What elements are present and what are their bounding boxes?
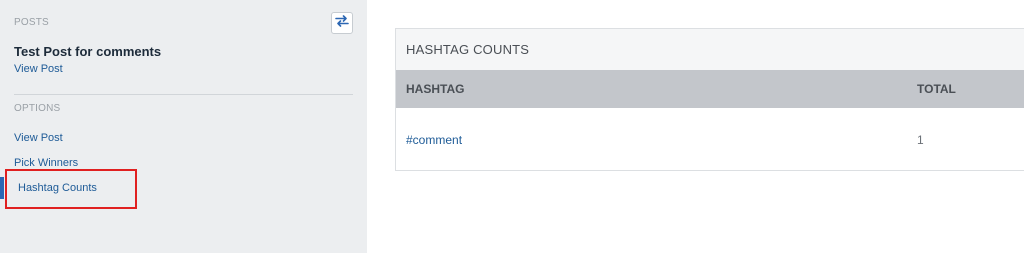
options-section-label: OPTIONS xyxy=(14,103,61,114)
swap-arrows-icon xyxy=(335,14,349,32)
active-indicator xyxy=(0,177,4,199)
sidebar: POSTS Test Post for comments View Post O… xyxy=(0,0,367,253)
total-value: 1 xyxy=(917,133,924,147)
hashtag-counts-panel: HASHTAG COUNTS HASHTAG TOTAL #comment 1 xyxy=(395,28,1024,171)
panel-header: HASHTAG COUNTS xyxy=(396,29,1024,71)
option-view-post[interactable]: View Post xyxy=(14,132,63,144)
column-header-hashtag: HASHTAG xyxy=(406,82,465,96)
divider xyxy=(14,94,353,95)
table-header: HASHTAG TOTAL xyxy=(396,70,1024,108)
column-header-total: TOTAL xyxy=(917,82,956,96)
view-post-link[interactable]: View Post xyxy=(14,63,63,75)
option-pick-winners[interactable]: Pick Winners xyxy=(14,157,78,169)
table-row: #comment 1 xyxy=(396,108,1024,171)
highlight-box xyxy=(5,169,137,209)
swap-post-button[interactable] xyxy=(331,12,353,34)
hashtag-link[interactable]: #comment xyxy=(406,133,462,147)
post-title: Test Post for comments xyxy=(14,44,162,59)
panel-title: HASHTAG COUNTS xyxy=(406,42,530,57)
posts-section-label: POSTS xyxy=(14,17,49,28)
